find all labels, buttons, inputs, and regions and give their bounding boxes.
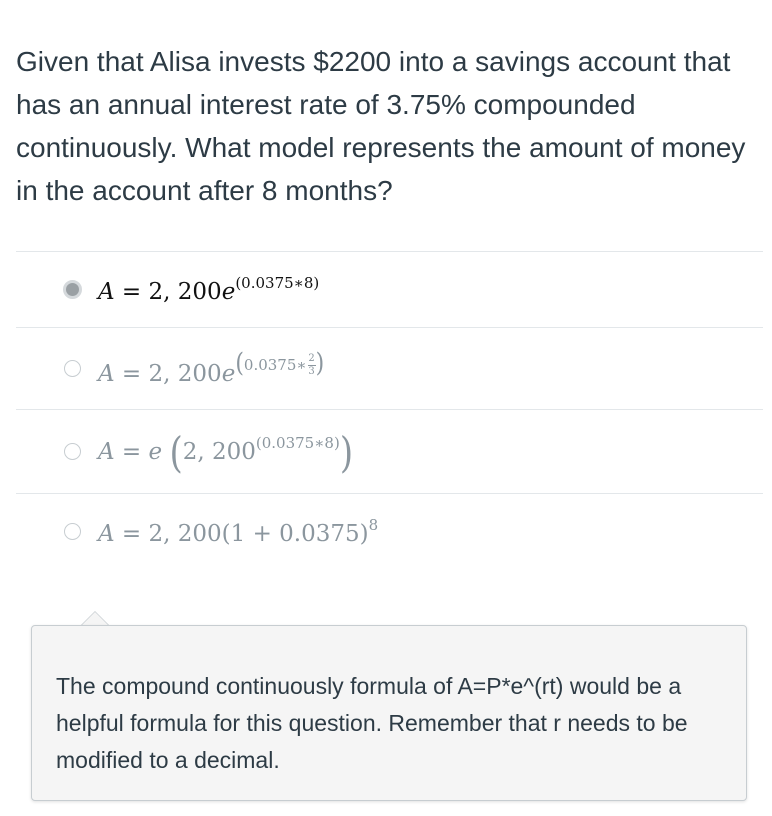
formula-variable: A (98, 360, 115, 387)
answer-formula-2: A = 2, 200e(0.0375∗ 2 3) (98, 348, 324, 387)
formula-equals: = 2, 200 (114, 279, 222, 305)
exponent-open-paren: ( (235, 348, 244, 378)
radio-button[interactable] (64, 443, 81, 460)
radio-button-selected[interactable] (63, 280, 82, 299)
answer-list: A = 2, 200e(0.0375∗8) A = 2, 200e(0.0375… (16, 251, 763, 568)
exponent-fraction: 23 (307, 353, 316, 377)
formula-inner: 2, 200 (182, 438, 256, 465)
feedback-pointer (80, 611, 110, 626)
formula-base: e (148, 438, 163, 465)
formula-variable: A (98, 520, 115, 547)
formula-close-paren: ) (339, 427, 354, 478)
answer-formula-1: A = 2, 200e(0.0375∗8) (98, 274, 319, 305)
formula-open-paren: ( (169, 427, 183, 478)
formula-exponent: (0.0375∗ 2 3) (235, 348, 324, 378)
formula-exponent: 8 (368, 515, 379, 534)
feedback-box: The compound continuously formula of A=P… (31, 625, 747, 801)
feedback-text: The compound continuously formula of A=P… (56, 673, 688, 773)
formula-equals: = (114, 438, 149, 465)
formula-body: = 2, 200(1 + 0.0375) (114, 520, 369, 547)
exponent-close-paren: ) (315, 348, 325, 378)
radio-button[interactable] (64, 360, 81, 377)
formula-equals: = 2, 200 (114, 360, 222, 387)
formula-exponent: (0.0375∗8) (235, 274, 320, 292)
exponent-text: 0.0375∗ (243, 355, 307, 374)
formula-base: e (221, 279, 236, 305)
fraction-denominator: 3 (308, 366, 315, 377)
radio-button[interactable] (64, 522, 81, 540)
answer-option-1[interactable]: A = 2, 200e(0.0375∗8) (16, 252, 763, 328)
formula-variable: A (98, 438, 115, 465)
formula-exponent: (0.0375∗8) (255, 433, 340, 452)
answer-option-2[interactable]: A = 2, 200e(0.0375∗ 2 3) (16, 328, 763, 410)
fraction-numerator: 2 (308, 353, 315, 364)
answer-formula-3: A = e (2, 200(0.0375∗8)) (98, 431, 353, 474)
answer-option-3[interactable]: A = e (2, 200(0.0375∗8)) (16, 410, 763, 494)
answer-formula-4: A = 2, 200(1 + 0.0375)8 (98, 516, 378, 547)
formula-base: e (221, 360, 236, 387)
formula-variable: A (98, 279, 115, 305)
question-text: Given that Alisa invests $2200 into a sa… (16, 46, 746, 206)
answer-option-4[interactable]: A = 2, 200(1 + 0.0375)8 (16, 494, 763, 568)
